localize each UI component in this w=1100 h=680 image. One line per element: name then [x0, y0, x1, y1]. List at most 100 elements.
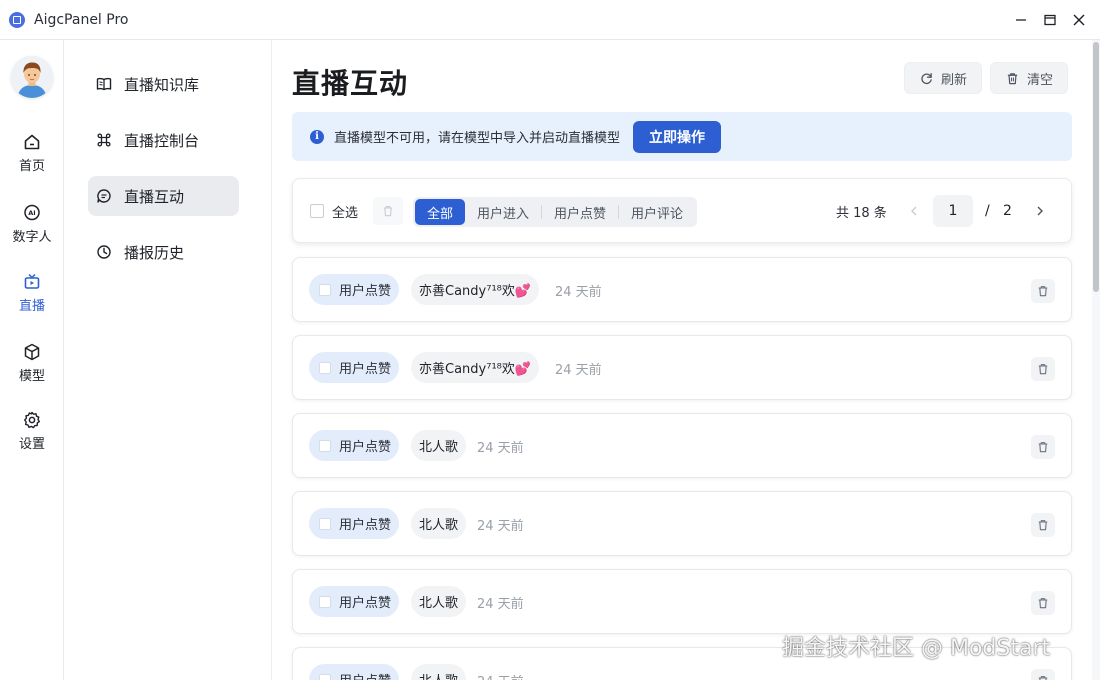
- rail-item-label: 设置: [18, 437, 45, 452]
- user-name-tag: 北人歌: [411, 664, 467, 680]
- bulk-delete-button[interactable]: [373, 197, 403, 225]
- type-filter-tabs: 全部 用户进入 用户点赞 用户评论: [413, 197, 698, 227]
- clear-button[interactable]: 清空: [990, 62, 1069, 94]
- delete-record-button[interactable]: [1031, 435, 1055, 459]
- trash-icon: [1038, 520, 1048, 531]
- user-name-tag: 亦善Candy⁷¹⁸欢💕: [411, 352, 540, 383]
- rail-item-label: 数字人: [12, 230, 52, 245]
- list-item: 用户点赞 北人歌 24 天前: [292, 569, 1072, 634]
- delete-record-button[interactable]: [1031, 513, 1055, 537]
- take-action-button[interactable]: 立即操作: [633, 120, 722, 153]
- subnav-item-console[interactable]: 直播控制台: [88, 120, 239, 160]
- rail-item-home[interactable]: 首页: [0, 132, 64, 184]
- subnav-item-knowledge-base[interactable]: 直播知识库: [88, 64, 239, 104]
- next-page-button[interactable]: [1033, 203, 1047, 219]
- select-all-label[interactable]: 全选: [332, 202, 358, 221]
- subnav-item-label: 直播控制台: [124, 131, 200, 150]
- row-checkbox[interactable]: [319, 673, 331, 680]
- gear-icon: [22, 410, 42, 430]
- subnav-item-history[interactable]: 播报历史: [88, 232, 239, 272]
- window-controls: [1006, 0, 1100, 40]
- event-type-tag: 用户点赞: [309, 508, 400, 539]
- user-name-tag: 北人歌: [411, 430, 467, 461]
- event-time: 24 天前: [555, 363, 602, 378]
- row-checkbox[interactable]: [319, 283, 331, 296]
- book-icon: [96, 76, 112, 92]
- rail-item-digital-human[interactable]: AI 数字人: [0, 203, 64, 255]
- cube-icon: [22, 342, 42, 362]
- event-type-tag: 用户点赞: [309, 586, 400, 617]
- app-logo-icon: [9, 11, 25, 28]
- delete-record-button[interactable]: [1031, 357, 1055, 381]
- list-item: 用户点赞 亦善Candy⁷¹⁸欢💕 24 天前: [292, 257, 1072, 322]
- event-type-label: 用户点赞: [339, 440, 392, 455]
- tab-user-comment[interactable]: 用户评论: [619, 199, 695, 225]
- tab-all[interactable]: 全部: [415, 199, 466, 225]
- rail-item-model[interactable]: 模型: [0, 342, 64, 394]
- close-button[interactable]: [1064, 0, 1093, 40]
- user-name-tag: 亦善Candy⁷¹⁸欢💕: [411, 274, 540, 305]
- refresh-button[interactable]: 刷新: [904, 62, 983, 94]
- maximize-icon: [1043, 14, 1056, 26]
- tab-user-enter[interactable]: 用户进入: [465, 199, 541, 225]
- user-avatar-icon: [11, 56, 53, 98]
- chat-icon: [96, 188, 112, 204]
- list-item: 用户点赞 北人歌 24 天前: [292, 491, 1072, 556]
- rail-item-label: 模型: [18, 369, 45, 384]
- rail-item-settings[interactable]: 设置: [0, 410, 64, 462]
- rail-item-label: 直播: [18, 299, 45, 314]
- user-name-tag: 北人歌: [411, 508, 467, 539]
- delete-record-button[interactable]: [1031, 591, 1055, 615]
- trash-icon: [1038, 598, 1048, 609]
- prev-page-button[interactable]: [907, 203, 921, 219]
- title-bar: AigcPanel Pro: [0, 0, 1100, 40]
- subnav-item-label: 直播互动: [124, 187, 185, 206]
- watermark: 掘金技术社区 @ ModStart: [782, 636, 1051, 661]
- row-checkbox[interactable]: [319, 439, 331, 452]
- row-checkbox[interactable]: [319, 517, 331, 530]
- trash-icon: [1038, 364, 1048, 375]
- subnav-item-label: 播报历史: [124, 243, 185, 262]
- refresh-label: 刷新: [941, 72, 968, 88]
- tab-user-like[interactable]: 用户点赞: [542, 199, 618, 225]
- event-type-label: 用户点赞: [339, 362, 392, 377]
- history-icon: [96, 244, 112, 260]
- minimize-icon: [1015, 19, 1026, 21]
- command-icon: [96, 132, 112, 148]
- home-icon: [22, 132, 42, 152]
- maximize-button[interactable]: [1035, 0, 1064, 40]
- rail-item-live[interactable]: 直播: [0, 272, 64, 324]
- event-type-tag: 用户点赞: [309, 430, 400, 461]
- event-type-label: 用户点赞: [339, 596, 392, 611]
- row-checkbox[interactable]: [319, 595, 331, 608]
- delete-record-button[interactable]: [1031, 669, 1055, 680]
- delete-record-button[interactable]: [1031, 279, 1055, 303]
- svg-text:AI: AI: [28, 209, 35, 217]
- page-total: 2: [1003, 203, 1012, 219]
- minimize-button[interactable]: [1006, 0, 1035, 40]
- subnav-item-label: 直播知识库: [124, 75, 200, 94]
- rail-item-label: 首页: [18, 159, 45, 174]
- avatar[interactable]: [11, 56, 53, 98]
- trash-icon: [1038, 676, 1048, 680]
- ai-person-icon: AI: [22, 203, 42, 223]
- row-checkbox[interactable]: [319, 361, 331, 374]
- event-type-tag: 用户点赞: [309, 664, 400, 680]
- chevron-left-icon: [911, 206, 917, 216]
- select-all-checkbox[interactable]: [310, 204, 324, 218]
- total-count: 共 18 条: [836, 206, 887, 221]
- scrollbar-thumb[interactable]: [1093, 42, 1099, 292]
- trash-icon: [1038, 286, 1048, 297]
- info-icon: i: [310, 129, 324, 144]
- subnav-item-interaction[interactable]: 直播互动: [88, 176, 239, 216]
- user-name-tag: 北人歌: [411, 586, 467, 617]
- window-title: AigcPanel Pro: [34, 11, 129, 28]
- event-type-tag: 用户点赞: [309, 352, 400, 383]
- vertical-scrollbar[interactable]: [1092, 40, 1100, 680]
- event-type-label: 用户点赞: [339, 518, 392, 533]
- trash-icon: [383, 206, 393, 217]
- trash-icon: [1038, 442, 1048, 453]
- page-input[interactable]: 1: [933, 195, 973, 227]
- event-type-label: 用户点赞: [339, 284, 392, 299]
- clear-label: 清空: [1027, 72, 1054, 88]
